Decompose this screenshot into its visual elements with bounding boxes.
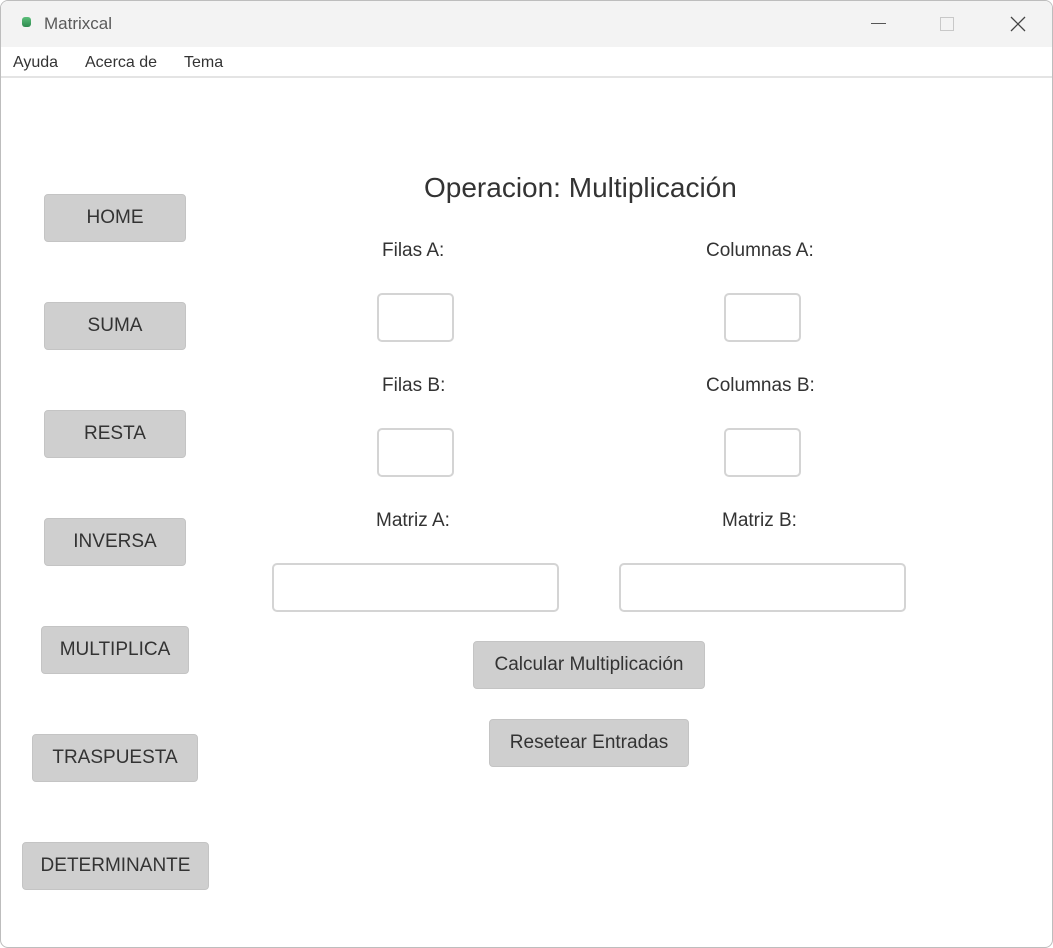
- matriz-b-input[interactable]: [619, 563, 906, 612]
- filas-a-input[interactable]: [377, 293, 454, 342]
- matriz-b-label: Matriz B:: [722, 510, 797, 531]
- columnas-a-input[interactable]: [724, 293, 801, 342]
- columnas-b-label: Columnas B:: [706, 375, 815, 396]
- minimize-icon: [871, 23, 886, 24]
- calcular-multiplicacion-button[interactable]: Calcular Multiplicación: [473, 641, 705, 689]
- close-button[interactable]: [982, 1, 1050, 47]
- multiplica-button[interactable]: MULTIPLICA: [41, 626, 189, 674]
- menu-bar: Ayuda Acerca de Tema: [1, 47, 1052, 78]
- columnas-a-label: Columnas A:: [706, 240, 814, 261]
- menu-acerca-de[interactable]: Acerca de: [85, 54, 157, 72]
- maximize-button[interactable]: [912, 1, 980, 47]
- filas-b-input[interactable]: [377, 428, 454, 477]
- filas-b-label: Filas B:: [382, 375, 446, 396]
- menu-ayuda[interactable]: Ayuda: [13, 54, 58, 72]
- window-title: Matrixcal: [44, 14, 113, 33]
- menu-tema[interactable]: Tema: [184, 54, 223, 72]
- app-window: Matrixcal Ayuda Acerca de Tema HOME SUMA…: [0, 0, 1053, 948]
- matriz-a-label: Matriz A:: [376, 510, 450, 531]
- minimize-button[interactable]: [844, 1, 912, 47]
- maximize-icon: [940, 17, 954, 31]
- suma-button[interactable]: SUMA: [44, 302, 186, 350]
- resetear-entradas-button[interactable]: Resetear Entradas: [489, 719, 689, 767]
- app-icon: [22, 17, 31, 27]
- operation-heading: Operacion: Multiplicación: [424, 172, 737, 203]
- columnas-b-input[interactable]: [724, 428, 801, 477]
- inversa-button[interactable]: INVERSA: [44, 518, 186, 566]
- determinante-button[interactable]: DETERMINANTE: [22, 842, 209, 890]
- title-bar: Matrixcal: [1, 1, 1052, 47]
- close-icon: [1010, 16, 1026, 32]
- traspuesta-button[interactable]: TRASPUESTA: [32, 734, 198, 782]
- resta-button[interactable]: RESTA: [44, 410, 186, 458]
- filas-a-label: Filas A:: [382, 240, 445, 261]
- home-button[interactable]: HOME: [44, 194, 186, 242]
- matriz-a-input[interactable]: [272, 563, 559, 612]
